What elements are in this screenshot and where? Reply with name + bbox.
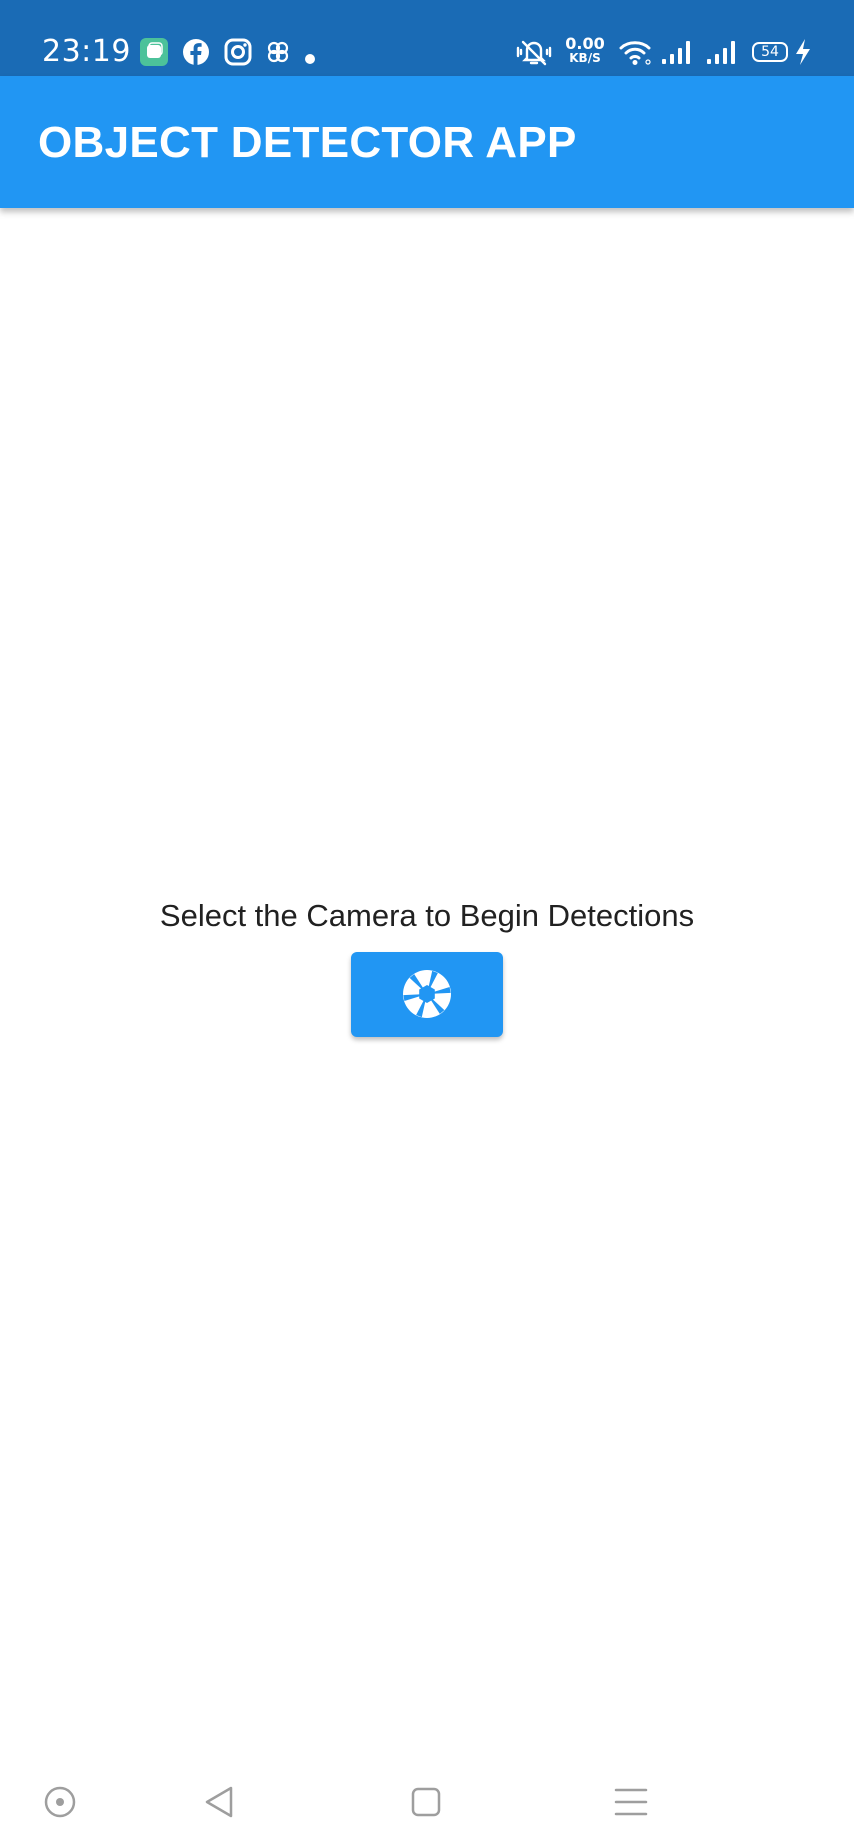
charging-icon bbox=[796, 39, 810, 65]
battery-indicator: 54 bbox=[752, 42, 788, 62]
screen: 23:19 0.00 KB/S 54 OBJECT DETECTOR APP S… bbox=[0, 0, 854, 1847]
app-bar: OBJECT DETECTOR APP bbox=[0, 76, 854, 208]
status-time: 23:19 bbox=[42, 34, 131, 69]
camera-shutter-icon bbox=[403, 970, 451, 1018]
recents-icon[interactable] bbox=[404, 1780, 448, 1824]
chat-app-icon bbox=[140, 38, 168, 66]
facebook-icon bbox=[183, 39, 209, 65]
instagram-icon bbox=[224, 38, 252, 66]
signal-icon bbox=[707, 41, 735, 64]
app-title: OBJECT DETECTOR APP bbox=[38, 118, 577, 167]
wifi-icon bbox=[619, 41, 651, 65]
dot-icon bbox=[305, 54, 315, 64]
net-speed: 0.00 KB/S bbox=[564, 34, 606, 65]
net-speed-unit: KB/S bbox=[569, 51, 601, 65]
camera-button[interactable] bbox=[351, 952, 503, 1037]
vibrate-icon bbox=[516, 40, 552, 66]
back-icon[interactable] bbox=[198, 1780, 242, 1824]
menu-icon[interactable] bbox=[609, 1780, 653, 1824]
nav-bar bbox=[0, 1760, 854, 1847]
signal-icon bbox=[662, 41, 690, 64]
camera-prompt-text: Select the Camera to Begin Detections bbox=[159, 898, 695, 933]
vpn-icon bbox=[267, 41, 289, 63]
home-circle-icon[interactable] bbox=[38, 1780, 82, 1824]
status-bar: 23:19 0.00 KB/S 54 bbox=[0, 0, 854, 76]
net-speed-value: 0.00 bbox=[565, 34, 605, 53]
